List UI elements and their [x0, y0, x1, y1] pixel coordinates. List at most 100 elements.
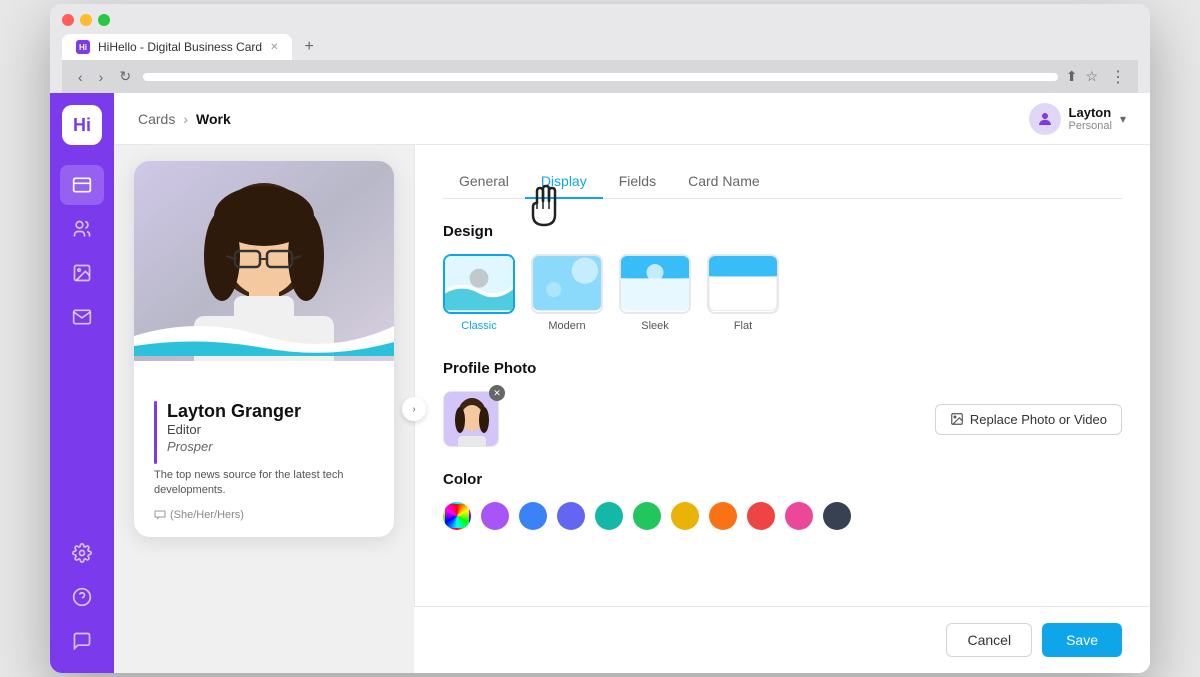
breadcrumb-current: Work — [196, 111, 231, 127]
design-preview-classic — [443, 254, 515, 314]
browser-toolbar-icons: ⬆ ☆ ⋮ — [1066, 67, 1126, 87]
user-info: Layton Personal — [1069, 105, 1112, 132]
help-icon — [72, 587, 92, 607]
sidebar: Hi — [50, 93, 114, 673]
close-window-button[interactable] — [62, 14, 74, 26]
color-section-title: Color — [443, 471, 1122, 488]
design-option-sleek[interactable]: Sleek — [619, 254, 691, 332]
browser-tabs-bar: Hi HiHello - Digital Business Card ✕ + — [62, 34, 1138, 60]
sidebar-item-mail[interactable] — [60, 297, 104, 337]
card-photo-area — [134, 161, 394, 361]
avatar-icon — [1036, 110, 1054, 128]
card-person-company: Prosper — [167, 439, 301, 454]
color-swatch-indigo[interactable] — [557, 502, 585, 530]
replace-photo-button[interactable]: Replace Photo or Video — [935, 404, 1122, 435]
flat-design-preview-image — [709, 254, 777, 312]
user-plan: Personal — [1069, 120, 1112, 132]
settings-panel: General Display Fields Card Name — [414, 145, 1150, 606]
card-name-area: Layton Granger Editor Prosper — [154, 401, 374, 464]
minimize-window-button[interactable] — [80, 14, 92, 26]
chat-icon — [72, 631, 92, 651]
flat-label: Flat — [734, 320, 752, 332]
maximize-window-button[interactable] — [98, 14, 110, 26]
card-info: Layton Granger Editor Prosper The top ne… — [134, 361, 394, 537]
tab-general[interactable]: General — [443, 165, 525, 199]
sidebar-item-contacts[interactable] — [60, 209, 104, 249]
sleek-design-preview-image — [621, 254, 689, 312]
modern-design-preview-image — [533, 254, 601, 312]
design-preview-modern — [531, 254, 603, 314]
color-swatch-yellow[interactable] — [671, 502, 699, 530]
more-options-button[interactable]: ⋮ — [1110, 67, 1126, 87]
tab-card-name[interactable]: Card Name — [672, 165, 776, 199]
browser-chrome: Hi HiHello - Digital Business Card ✕ + ‹… — [50, 4, 1150, 93]
tab-display[interactable]: Display — [525, 165, 603, 199]
sidebar-item-chat[interactable] — [60, 621, 104, 661]
back-button[interactable]: ‹ — [74, 67, 87, 87]
save-button[interactable]: Save — [1042, 623, 1122, 657]
replace-photo-label: Replace Photo or Video — [970, 412, 1107, 427]
design-section-wrapper: Design — [443, 223, 1122, 332]
profile-photo-title: Profile Photo — [443, 360, 1122, 377]
app-container: Hi — [50, 93, 1150, 673]
share-icon[interactable]: ⬆ — [1066, 68, 1078, 85]
card-preview-panel: › — [114, 145, 414, 673]
color-swatch-purple[interactable] — [481, 502, 509, 530]
design-option-modern[interactable]: Modern — [531, 254, 603, 332]
settings-icon — [72, 543, 92, 563]
new-tab-button[interactable]: + — [296, 34, 321, 60]
color-swatches — [443, 502, 1122, 530]
classic-design-preview-image — [445, 254, 513, 312]
card-teal-wave — [134, 334, 394, 361]
card-person-name: Layton Granger — [167, 401, 301, 422]
tab-close-button[interactable]: ✕ — [270, 42, 278, 53]
top-nav: Cards › Work Layton Personal — [114, 93, 1150, 145]
design-option-flat[interactable]: Flat — [707, 254, 779, 332]
color-swatch-orange[interactable] — [709, 502, 737, 530]
sidebar-item-media[interactable] — [60, 253, 104, 293]
user-name: Layton — [1069, 105, 1112, 120]
color-swatch-green[interactable] — [633, 502, 661, 530]
card-person-title: Editor — [167, 422, 301, 437]
design-preview-flat — [707, 254, 779, 314]
photo-thumbnail-wrapper: ✕ — [443, 391, 499, 447]
design-section-title: Design — [443, 223, 1122, 240]
sidebar-item-settings[interactable] — [60, 533, 104, 573]
bookmark-icon[interactable]: ☆ — [1085, 68, 1098, 85]
photo-remove-button[interactable]: ✕ — [489, 385, 505, 401]
traffic-lights — [62, 14, 1138, 26]
reload-button[interactable]: ↻ — [115, 66, 135, 87]
design-option-classic[interactable]: Classic — [443, 254, 515, 332]
browser-tab-active[interactable]: Hi HiHello - Digital Business Card ✕ — [62, 34, 292, 60]
card-name-block: Layton Granger Editor Prosper — [167, 401, 301, 464]
replace-photo-icon — [950, 412, 964, 426]
color-swatch-gradient[interactable] — [443, 502, 471, 530]
color-swatch-dark[interactable] — [823, 502, 851, 530]
breadcrumb-separator: › — [183, 111, 188, 127]
modern-label: Modern — [548, 320, 585, 332]
profile-photo-row: ✕ Replace Photo or Video — [443, 391, 1122, 447]
breadcrumb-parent[interactable]: Cards — [138, 111, 175, 127]
color-swatch-teal[interactable] — [595, 502, 623, 530]
color-swatch-dark-blue[interactable] — [519, 502, 547, 530]
color-swatch-red[interactable] — [747, 502, 775, 530]
collapse-panel-button[interactable]: › — [402, 397, 426, 421]
content-area: › — [114, 145, 1150, 673]
breadcrumb: Cards › Work — [138, 111, 231, 127]
profile-photo-section: Profile Photo — [443, 360, 1122, 447]
address-bar[interactable] — [143, 73, 1058, 81]
sidebar-item-help[interactable] — [60, 577, 104, 617]
color-swatch-pink[interactable] — [785, 502, 813, 530]
cancel-button[interactable]: Cancel — [946, 623, 1032, 657]
tab-fields[interactable]: Fields — [603, 165, 672, 199]
cards-icon — [72, 175, 92, 195]
profile-photo-preview — [444, 392, 499, 447]
sidebar-item-cards[interactable] — [60, 165, 104, 205]
design-options: Classic — [443, 254, 1122, 332]
mail-icon — [72, 307, 92, 327]
forward-button[interactable]: › — [95, 67, 108, 87]
contacts-icon — [72, 219, 92, 239]
app-logo: Hi — [62, 105, 102, 145]
photo-thumbnail — [443, 391, 499, 447]
user-menu[interactable]: Layton Personal ▾ — [1029, 103, 1126, 135]
